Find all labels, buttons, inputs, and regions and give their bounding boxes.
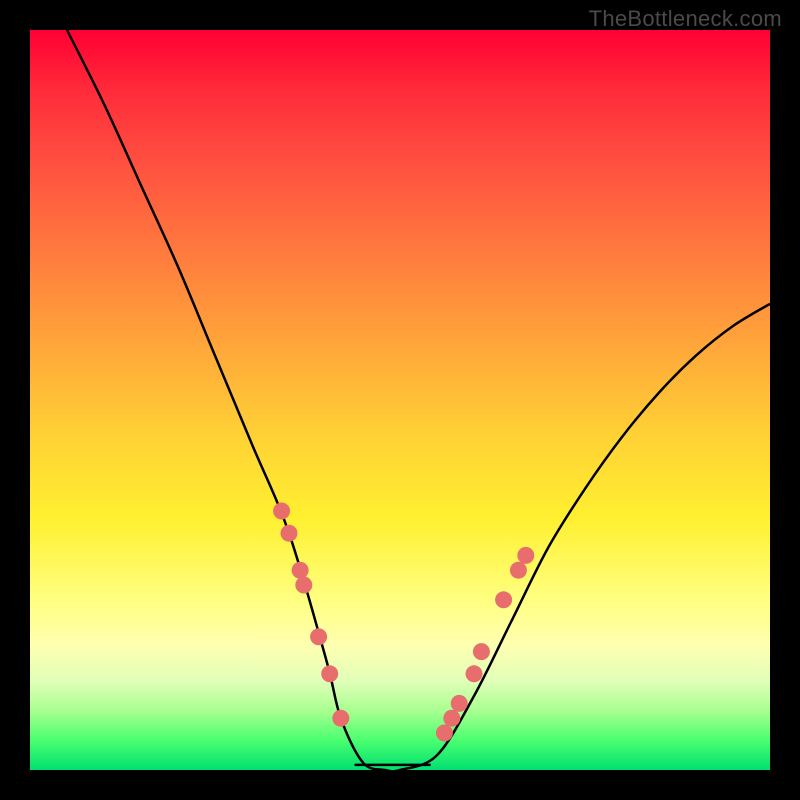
highlight-dot: [466, 665, 483, 682]
highlight-dot: [295, 577, 312, 594]
highlight-dot: [273, 503, 290, 520]
highlight-dot: [310, 628, 327, 645]
highlight-dots-left: [273, 503, 349, 727]
highlight-dot: [436, 725, 453, 742]
highlight-dot: [292, 562, 309, 579]
watermark-text: TheBottleneck.com: [589, 6, 782, 32]
highlight-dot: [443, 710, 460, 727]
highlight-dot: [332, 710, 349, 727]
highlight-dot: [473, 643, 490, 660]
chart-frame: TheBottleneck.com: [0, 0, 800, 800]
bottleneck-curve: [67, 30, 770, 771]
highlight-dot: [517, 547, 534, 564]
highlight-dot: [510, 562, 527, 579]
plot-area: [30, 30, 770, 770]
highlight-dots-right: [436, 547, 534, 742]
highlight-dot: [451, 695, 468, 712]
curve-svg: [30, 30, 770, 770]
highlight-dot: [495, 591, 512, 608]
highlight-dot: [321, 665, 338, 682]
highlight-dot: [281, 525, 298, 542]
